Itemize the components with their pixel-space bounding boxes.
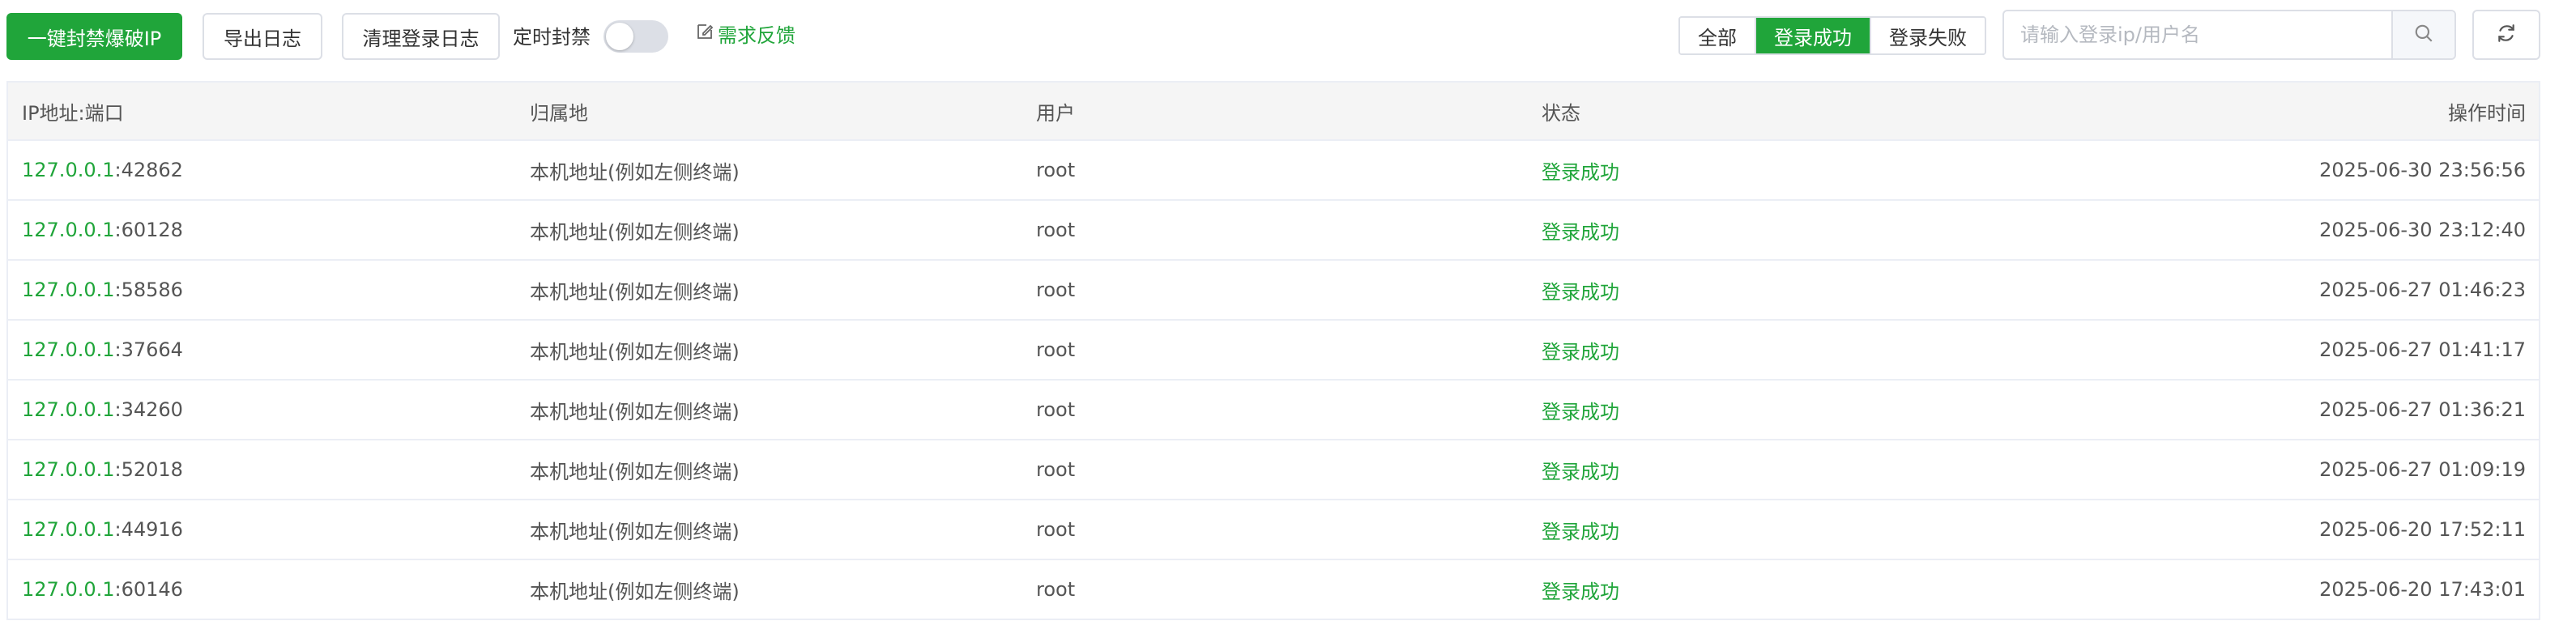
ip-port-cell: 127.0.0.1:44916 — [8, 518, 516, 541]
feedback-label: 需求反馈 — [718, 24, 795, 47]
ip-link[interactable]: 127.0.0.1 — [22, 578, 115, 601]
feedback-link[interactable]: 需求反馈 — [695, 19, 795, 48]
time-cell: 2025-06-30 23:56:56 — [2319, 159, 2526, 181]
status-cell: 登录成功 — [1542, 520, 1619, 543]
refresh-button[interactable] — [2472, 10, 2540, 60]
toolbar: 一键封禁爆破IP 导出日志 清理登录日志 定时封禁 需求反馈 全部 登录成功 登… — [0, 0, 2576, 71]
port-text: :52018 — [114, 458, 183, 481]
login-log-table: IP地址:端口 归属地 用户 状态 操作时间 127.0.0.1:42862 本… — [6, 81, 2540, 620]
port-text: :37664 — [114, 338, 183, 361]
time-cell: 2025-06-20 17:43:01 — [2319, 578, 2526, 601]
user-cell: root — [1036, 458, 1076, 481]
table-header: IP地址:端口 归属地 用户 状态 操作时间 — [8, 83, 2539, 141]
table-row: 127.0.0.1:58586 本机地址(例如左侧终端) root 登录成功 2… — [8, 261, 2539, 321]
status-cell: 登录成功 — [1542, 220, 1619, 244]
filter-success[interactable]: 登录成功 — [1756, 18, 1870, 53]
table-row: 127.0.0.1:34260 本机地址(例如左侧终端) root 登录成功 2… — [8, 381, 2539, 440]
header-location: 归属地 — [530, 101, 588, 125]
location-cell: 本机地址(例如左侧终端) — [530, 220, 740, 244]
user-cell: root — [1036, 338, 1076, 361]
header-time: 操作时间 — [2448, 101, 2526, 125]
port-text: :60146 — [114, 578, 183, 601]
table-row: 127.0.0.1:52018 本机地址(例如左侧终端) root 登录成功 2… — [8, 440, 2539, 500]
ip-link[interactable]: 127.0.0.1 — [22, 518, 115, 541]
status-cell: 登录成功 — [1542, 280, 1619, 304]
status-cell: 登录成功 — [1542, 340, 1619, 364]
header-status: 状态 — [1542, 101, 1580, 125]
time-cell: 2025-06-30 23:12:40 — [2319, 219, 2526, 241]
status-cell: 登录成功 — [1542, 460, 1619, 483]
ip-link[interactable]: 127.0.0.1 — [22, 338, 115, 361]
ip-link[interactable]: 127.0.0.1 — [22, 398, 115, 421]
table-body: 127.0.0.1:42862 本机地址(例如左侧终端) root 登录成功 2… — [8, 141, 2539, 620]
status-cell: 登录成功 — [1542, 400, 1619, 423]
table-row: 127.0.0.1:60146 本机地址(例如左侧终端) root 登录成功 2… — [8, 560, 2539, 620]
clear-login-log-button[interactable]: 清理登录日志 — [342, 13, 500, 60]
table-row: 127.0.0.1:60128 本机地址(例如左侧终端) root 登录成功 2… — [8, 201, 2539, 261]
header-ip-port: IP地址:端口 — [22, 101, 124, 125]
search-input[interactable] — [2004, 11, 2391, 58]
time-cell: 2025-06-27 01:36:21 — [2319, 398, 2526, 421]
status-cell: 登录成功 — [1542, 580, 1619, 603]
ip-link[interactable]: 127.0.0.1 — [22, 159, 115, 181]
search-button[interactable] — [2391, 11, 2454, 58]
status-cell: 登录成功 — [1542, 160, 1619, 184]
search-box — [2002, 10, 2456, 60]
port-text: :42862 — [114, 159, 183, 181]
refresh-icon — [2496, 23, 2517, 47]
location-cell: 本机地址(例如左侧终端) — [530, 280, 740, 304]
time-cell: 2025-06-20 17:52:11 — [2319, 518, 2526, 541]
block-brute-force-ip-button[interactable]: 一键封禁爆破IP — [6, 13, 182, 60]
edit-icon — [695, 22, 714, 46]
ip-port-cell: 127.0.0.1:60128 — [8, 219, 516, 241]
user-cell: root — [1036, 518, 1076, 541]
user-cell: root — [1036, 159, 1076, 181]
ip-port-cell: 127.0.0.1:42862 — [8, 159, 516, 181]
ip-link[interactable]: 127.0.0.1 — [22, 279, 115, 301]
port-text: :58586 — [114, 279, 183, 301]
location-cell: 本机地址(例如左侧终端) — [530, 460, 740, 483]
location-cell: 本机地址(例如左侧终端) — [530, 580, 740, 603]
ip-port-cell: 127.0.0.1:34260 — [8, 398, 516, 421]
location-cell: 本机地址(例如左侧终端) — [530, 400, 740, 423]
user-cell: root — [1036, 578, 1076, 601]
search-icon — [2413, 23, 2434, 47]
ip-port-cell: 127.0.0.1:37664 — [8, 338, 516, 361]
export-log-button[interactable]: 导出日志 — [203, 13, 322, 60]
time-cell: 2025-06-27 01:41:17 — [2319, 338, 2526, 361]
header-user: 用户 — [1036, 101, 1075, 125]
port-text: :44916 — [114, 518, 183, 541]
time-cell: 2025-06-27 01:46:23 — [2319, 279, 2526, 301]
time-cell: 2025-06-27 01:09:19 — [2319, 458, 2526, 481]
timer-block-label: 定时封禁 — [513, 26, 591, 49]
user-cell: root — [1036, 398, 1076, 421]
filter-all[interactable]: 全部 — [1680, 18, 1756, 53]
ip-port-cell: 127.0.0.1:58586 — [8, 279, 516, 301]
table-row: 127.0.0.1:44916 本机地址(例如左侧终端) root 登录成功 2… — [8, 500, 2539, 560]
user-cell: root — [1036, 219, 1076, 241]
filter-fail[interactable]: 登录失败 — [1870, 18, 1985, 53]
location-cell: 本机地址(例如左侧终端) — [530, 340, 740, 364]
location-cell: 本机地址(例如左侧终端) — [530, 160, 740, 184]
login-status-filter: 全部 登录成功 登录失败 — [1678, 16, 1986, 55]
ip-port-cell: 127.0.0.1:52018 — [8, 458, 516, 481]
toggle-knob — [606, 23, 633, 50]
timer-block-toggle[interactable] — [603, 20, 668, 53]
port-text: :60128 — [114, 219, 183, 241]
port-text: :34260 — [114, 398, 183, 421]
user-cell: root — [1036, 279, 1076, 301]
ip-link[interactable]: 127.0.0.1 — [22, 458, 115, 481]
ip-port-cell: 127.0.0.1:60146 — [8, 578, 516, 601]
location-cell: 本机地址(例如左侧终端) — [530, 520, 740, 543]
table-row: 127.0.0.1:37664 本机地址(例如左侧终端) root 登录成功 2… — [8, 321, 2539, 381]
table-row: 127.0.0.1:42862 本机地址(例如左侧终端) root 登录成功 2… — [8, 141, 2539, 201]
ip-link[interactable]: 127.0.0.1 — [22, 219, 115, 241]
